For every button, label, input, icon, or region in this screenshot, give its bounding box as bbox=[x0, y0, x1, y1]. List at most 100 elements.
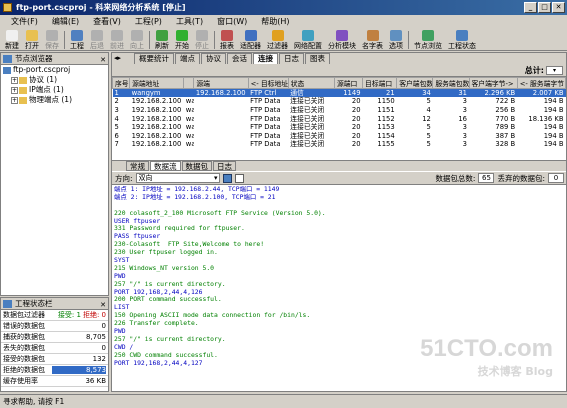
table-cell: 387 B bbox=[495, 131, 516, 140]
table-cell: 1151 bbox=[377, 105, 395, 114]
tree-item[interactable]: ftp-port.cscproj bbox=[1, 65, 108, 75]
table-cell: 连接已关闭 bbox=[290, 114, 325, 123]
table-cell: 194 B bbox=[543, 140, 564, 149]
table-row[interactable]: 2 192.168.2.100wangym FTP Data 连接已关闭 20 1150 5… bbox=[113, 97, 566, 106]
toolbar-button[interactable]: 名字表 bbox=[359, 30, 386, 50]
toolbar-icon bbox=[366, 30, 379, 41]
subtab-2[interactable]: 数据包 bbox=[181, 161, 212, 171]
maximize-button[interactable]: □ bbox=[538, 2, 551, 13]
packet-count-label: 数据包总数: bbox=[435, 173, 476, 183]
column-header[interactable]: 客户端字节-> bbox=[468, 77, 518, 89]
tab-1[interactable]: 端点 bbox=[175, 53, 200, 64]
toolbar-button[interactable]: 适配器 bbox=[237, 30, 264, 50]
toolbar-button[interactable]: 选项 bbox=[386, 30, 406, 50]
tab-2[interactable]: 协议 bbox=[201, 53, 226, 64]
table-cell: 5 bbox=[426, 140, 431, 149]
stream-line: 220 colasoft_2_100 Microsoft FTP Service… bbox=[114, 208, 326, 217]
toolbar-button[interactable]: 向上 bbox=[127, 30, 147, 50]
project-status-title: 工程状态栏 bbox=[15, 299, 53, 308]
column-header[interactable]: 序号 bbox=[111, 77, 131, 89]
expand-icon[interactable]: + bbox=[11, 96, 18, 104]
column-header[interactable]: 客户端包数 bbox=[396, 77, 434, 89]
direction-value: 双向 bbox=[138, 174, 153, 182]
column-header[interactable]: 服务端包数 bbox=[432, 77, 470, 89]
panel-icon bbox=[3, 55, 12, 63]
toolbar-button[interactable]: 工程 bbox=[67, 30, 87, 50]
table-row[interactable]: 1 wangym 192.168.2.100 FTP Ctrl 通信 1149 21 34 31… bbox=[112, 88, 566, 98]
table-cell: 192.168.2.100 bbox=[131, 140, 182, 149]
tree-item[interactable]: + 协议 (1) bbox=[1, 75, 108, 85]
column-header[interactable]: <- 目标地址 bbox=[247, 77, 289, 89]
menu-window[interactable]: 窗口(W) bbox=[210, 15, 254, 29]
direction-select[interactable]: 双向 bbox=[135, 173, 220, 183]
table-row[interactable]: 7 192.168.2.100wangym FTP Data 连接已关闭 20 1155 5… bbox=[113, 140, 566, 149]
column-header[interactable]: 源端 bbox=[193, 77, 249, 89]
status-row: 接受的数据包 132 bbox=[1, 353, 108, 365]
column-header[interactable]: 源端地址 bbox=[129, 77, 185, 89]
tab-4[interactable]: 连接 bbox=[253, 53, 278, 64]
menu-tools[interactable]: 工具(T) bbox=[169, 15, 210, 29]
toolbar-label: 刷新 bbox=[155, 42, 169, 50]
menu-edit[interactable]: 编辑(E) bbox=[45, 15, 86, 29]
toolbar-button[interactable]: 报表 bbox=[217, 30, 237, 50]
direction-bar: 方向: 双向 数据包总数: 65 丢弃的数据包: 0 bbox=[112, 172, 566, 185]
toolbar-button[interactable]: 停止 bbox=[192, 30, 212, 50]
toolbar-button[interactable]: 节点浏览 bbox=[411, 30, 445, 50]
table-cell: 34 bbox=[396, 88, 433, 98]
toolbar-icon bbox=[71, 30, 83, 41]
toolbar-button[interactable]: 分析模块 bbox=[325, 30, 359, 50]
table-row[interactable]: 3 192.168.2.100wangym FTP Data 连接已关闭 20 1151 4… bbox=[113, 106, 566, 115]
column-header[interactable]: 源端口 bbox=[333, 77, 364, 89]
expand-icon[interactable]: + bbox=[11, 86, 18, 94]
toolbar-button[interactable]: 工程状态 bbox=[445, 30, 479, 50]
expand-icon[interactable]: + bbox=[11, 76, 18, 84]
tree-item[interactable]: + 物理端点 (1) bbox=[1, 95, 108, 105]
subtab-1[interactable]: 数据流 bbox=[150, 161, 181, 171]
table-row[interactable]: 4 192.168.2.100wangym FTP Data 连接已关闭 20 1152 1… bbox=[113, 114, 566, 123]
toolbar-button[interactable]: 网络配置 bbox=[291, 30, 325, 50]
table-cell: 1 bbox=[112, 88, 130, 98]
tab-3[interactable]: 会话 bbox=[227, 53, 252, 64]
toolbar-button[interactable]: 前进 bbox=[107, 30, 127, 50]
menu-project[interactable]: 工程(P) bbox=[128, 15, 169, 29]
toolbar-button[interactable]: 刷新 bbox=[152, 30, 172, 50]
column-header[interactable] bbox=[183, 77, 195, 89]
column-header[interactable]: 目标端口 bbox=[362, 77, 398, 89]
column-header[interactable]: 状态 bbox=[287, 77, 335, 89]
close-button[interactable]: ✕ bbox=[552, 2, 565, 13]
toolbar-icon bbox=[111, 30, 123, 41]
toolbar-button[interactable]: 打开 bbox=[22, 30, 42, 50]
tree-item[interactable]: + IP端点 (1) bbox=[1, 85, 108, 95]
toolbar-icon bbox=[271, 30, 284, 41]
menu-file[interactable]: 文件(F) bbox=[4, 15, 45, 29]
toolbar-button[interactable]: 新建 bbox=[2, 30, 22, 50]
toolbar-button[interactable]: 保存 bbox=[42, 30, 62, 50]
status-value: 8,705 bbox=[51, 331, 108, 343]
table-cell: 192.168.2.100 bbox=[131, 97, 182, 106]
close-icon[interactable]: ✕ bbox=[100, 54, 106, 66]
total-dropdown[interactable]: ▾ bbox=[546, 66, 563, 75]
table-cell: 3 bbox=[462, 123, 467, 132]
tab-5[interactable]: 日志 bbox=[279, 53, 304, 64]
close-icon[interactable]: ✕ bbox=[100, 299, 106, 311]
copy-icon[interactable] bbox=[234, 173, 244, 183]
table-row[interactable]: 6 192.168.2.100wangym FTP Data 连接已关闭 20 1154 5… bbox=[113, 131, 566, 140]
subtab-0[interactable]: 常规 bbox=[126, 161, 149, 171]
toolbar-label: 节点浏览 bbox=[414, 42, 442, 50]
tab-6[interactable]: 图表 bbox=[305, 53, 330, 64]
toolbar-label: 保存 bbox=[45, 42, 59, 50]
tab-nav-arrows[interactable]: ◂▸ bbox=[114, 54, 121, 62]
subtab-3[interactable]: 日志 bbox=[213, 161, 236, 171]
table-cell: 6 bbox=[114, 131, 119, 140]
save-icon[interactable] bbox=[222, 173, 232, 183]
status-label: 缓存使用率 bbox=[1, 375, 52, 387]
toolbar-button[interactable]: 过滤器 bbox=[264, 30, 291, 50]
menu-help[interactable]: 帮助(H) bbox=[254, 15, 296, 29]
tab-0[interactable]: 概要统计 bbox=[134, 53, 174, 64]
toolbar-button[interactable]: 开始 bbox=[172, 30, 192, 50]
minimize-button[interactable]: _ bbox=[524, 2, 537, 13]
toolbar-button[interactable]: 后退 bbox=[87, 30, 107, 50]
table-row[interactable]: 5 192.168.2.100wangym FTP Data 连接已关闭 20 1153 5… bbox=[113, 123, 566, 132]
menu-view[interactable]: 查看(V) bbox=[86, 15, 128, 29]
column-header[interactable]: <- 服务端字节 bbox=[516, 77, 567, 89]
